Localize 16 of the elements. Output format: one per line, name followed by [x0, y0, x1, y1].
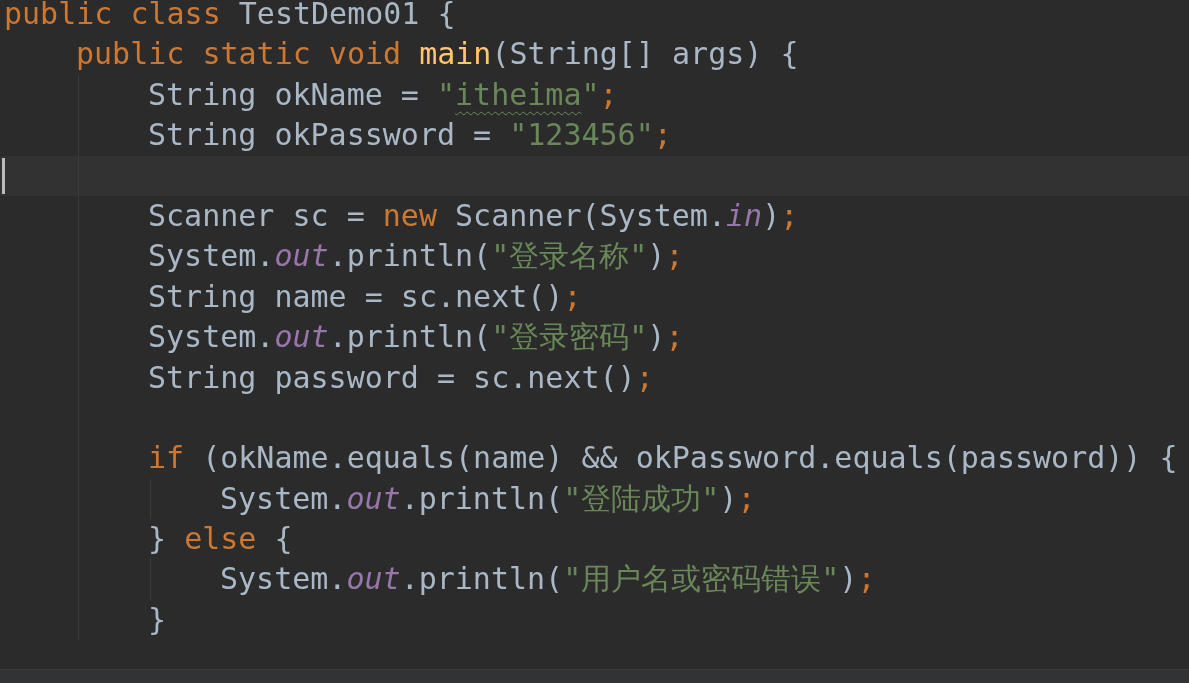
- text-cursor: [2, 157, 5, 194]
- code-line: public static void main(String[] args) {: [76, 35, 799, 74]
- code-line: System.out.println("登陆成功");: [220, 479, 756, 518]
- code-line: System.out.println("登录名称");: [148, 237, 684, 276]
- code-line: }: [148, 600, 167, 639]
- code-line: String name = sc.next();: [148, 277, 582, 316]
- code-line: String okName = "itheima";: [148, 75, 618, 114]
- code-line: } else {: [148, 520, 293, 559]
- code-line: public class TestDemo01 {: [4, 0, 456, 33]
- code-editor[interactable]: [0, 0, 1189, 670]
- code-line: String password = sc.next();: [148, 358, 654, 397]
- code-line: Scanner sc = new Scanner(System.in);: [148, 196, 799, 235]
- code-line: String okPassword = "123456";: [148, 116, 672, 155]
- code-line: System.out.println("登录密码");: [148, 318, 684, 357]
- code-line: if (okName.equals(name) && okPassword.equals(password)) {: [148, 439, 1178, 478]
- code-line: System.out.println("用户名或密码错误");: [220, 560, 876, 599]
